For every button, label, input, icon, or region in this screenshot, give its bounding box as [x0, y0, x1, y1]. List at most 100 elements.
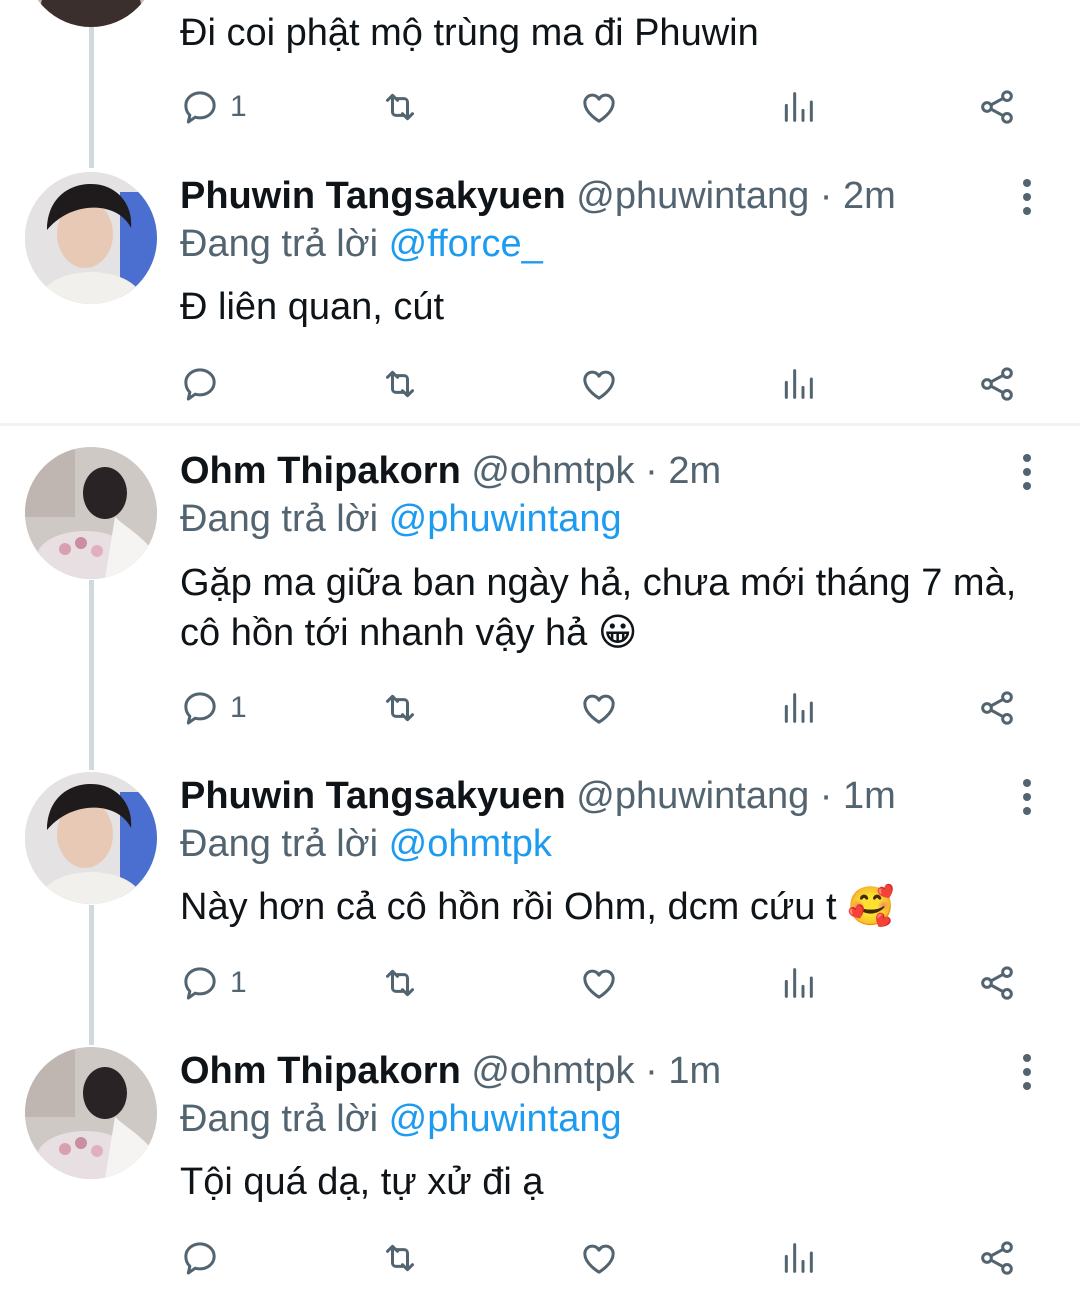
share-button[interactable]: [977, 958, 1017, 1008]
reply-icon: [184, 692, 216, 725]
more-button[interactable]: [1012, 452, 1042, 492]
analytics-button[interactable]: [778, 82, 818, 132]
mention-link[interactable]: @ohmtpk: [389, 823, 552, 865]
analytics-button[interactable]: [778, 359, 818, 409]
mention-link[interactable]: @phuwintang: [389, 498, 622, 540]
more-icon: [1023, 779, 1031, 815]
replying-to: Đang trả lời @phuwintang: [180, 496, 622, 542]
more-button[interactable]: [1012, 1052, 1042, 1092]
share-button[interactable]: [977, 1233, 1017, 1283]
tweet[interactable]: Đi coi phật mộ trùng ma đi Phuwin 1: [0, 0, 1080, 150]
reply-icon: [184, 91, 216, 124]
thread-divider: [0, 423, 1080, 426]
replying-to-label: Đang trả lời: [180, 1098, 379, 1140]
tweet-text: Đi coi phật mộ trùng ma đi Phuwin: [180, 12, 759, 54]
display-name[interactable]: Phuwin Tangsakyuen: [180, 775, 566, 817]
like-icon: [583, 1244, 615, 1274]
avatar[interactable]: [25, 172, 157, 304]
avatar[interactable]: [25, 772, 157, 904]
retweet-icon: [386, 969, 414, 997]
reply-button[interactable]: [180, 359, 230, 409]
share-button[interactable]: [977, 359, 1017, 409]
reply-icon: [184, 368, 216, 401]
display-name[interactable]: Ohm Thipakorn: [180, 1050, 461, 1092]
display-name[interactable]: Ohm Thipakorn: [180, 450, 461, 492]
retweet-icon: [386, 694, 414, 722]
replying-to-label: Đang trả lời: [180, 498, 379, 540]
retweet-icon: [386, 93, 414, 121]
share-icon: [981, 966, 1013, 1000]
like-button[interactable]: [579, 1233, 619, 1283]
separator-dot: ·: [645, 450, 658, 492]
reply-button[interactable]: [180, 1233, 230, 1283]
handle[interactable]: @ohmtpk: [471, 450, 634, 492]
avatar[interactable]: [25, 0, 157, 27]
more-button[interactable]: [1012, 777, 1042, 817]
retweet-button[interactable]: [380, 82, 420, 132]
mention-link[interactable]: @phuwintang: [389, 1098, 622, 1140]
retweet-icon: [386, 370, 414, 398]
like-button[interactable]: [579, 958, 619, 1008]
share-button[interactable]: [977, 683, 1017, 733]
tweet-actions: [0, 1233, 1080, 1283]
handle[interactable]: @phuwintang: [576, 775, 809, 817]
more-button[interactable]: [1012, 177, 1042, 217]
more-icon: [1023, 1054, 1031, 1090]
share-icon: [981, 1241, 1013, 1275]
reply-button[interactable]: 1: [180, 82, 247, 132]
tweet[interactable]: Ohm Thipakorn @ohmtpk · 2m Đang trả lời …: [0, 440, 1080, 740]
tweet-header: Ohm Thipakorn @ohmtpk · 1m: [180, 1048, 721, 1094]
tweet-header: Phuwin Tangsakyuen @phuwintang · 1m: [180, 773, 896, 819]
analytics-icon: [784, 968, 813, 998]
reply-button[interactable]: 1: [180, 683, 247, 733]
analytics-icon: [784, 369, 813, 399]
reply-count: 1: [230, 966, 247, 999]
reply-count: 1: [230, 691, 247, 724]
retweet-button[interactable]: [380, 1233, 420, 1283]
display-name[interactable]: Phuwin Tangsakyuen: [180, 175, 566, 217]
analytics-button[interactable]: [778, 958, 818, 1008]
retweet-button[interactable]: [380, 359, 420, 409]
avatar[interactable]: [25, 447, 157, 579]
timestamp[interactable]: 1m: [843, 775, 896, 817]
separator-dot: ·: [819, 775, 833, 817]
reply-count: 1: [230, 90, 247, 123]
timestamp[interactable]: 2m: [843, 175, 896, 217]
tweet-text: Này hơn cả cô hồn rồi Ohm, dcm cứu t 🥰: [180, 886, 895, 928]
tweet-actions: 1: [0, 958, 1080, 1008]
more-icon: [1023, 179, 1031, 215]
analytics-icon: [784, 1243, 813, 1273]
tweet-header: Phuwin Tangsakyuen @phuwintang · 2m: [180, 173, 896, 219]
tweet-text: Đ liên quan, cút: [180, 286, 445, 328]
like-icon: [583, 969, 615, 999]
like-button[interactable]: [579, 82, 619, 132]
tweet[interactable]: Phuwin Tangsakyuen @phuwintang · 2m Đang…: [0, 165, 1080, 420]
retweet-button[interactable]: [380, 958, 420, 1008]
retweet-icon: [386, 1244, 414, 1272]
handle[interactable]: @ohmtpk: [471, 1050, 634, 1092]
analytics-icon: [784, 92, 813, 122]
timestamp[interactable]: 2m: [668, 450, 721, 492]
mention-link[interactable]: @fforce_: [389, 223, 543, 265]
separator-dot: ·: [819, 175, 833, 217]
handle[interactable]: @phuwintang: [576, 175, 809, 217]
timestamp[interactable]: 1m: [668, 1050, 721, 1092]
share-icon: [981, 367, 1013, 401]
reply-icon: [184, 1242, 216, 1275]
reply-button[interactable]: 1: [180, 958, 247, 1008]
like-button[interactable]: [579, 683, 619, 733]
tweet[interactable]: Phuwin Tangsakyuen @phuwintang · 1m Đang…: [0, 765, 1080, 1025]
replying-to: Đang trả lời @ohmtpk: [180, 821, 552, 867]
replying-to-label: Đang trả lời: [180, 223, 379, 265]
analytics-button[interactable]: [778, 1233, 818, 1283]
retweet-button[interactable]: [380, 683, 420, 733]
like-icon: [583, 93, 615, 123]
like-icon: [583, 694, 615, 724]
analytics-button[interactable]: [778, 683, 818, 733]
like-button[interactable]: [579, 359, 619, 409]
replying-to: Đang trả lời @phuwintang: [180, 1096, 622, 1142]
avatar[interactable]: [25, 1047, 157, 1179]
separator-dot: ·: [645, 1050, 658, 1092]
share-button[interactable]: [977, 82, 1017, 132]
tweet[interactable]: Ohm Thipakorn @ohmtpk · 1m Đang trả lời …: [0, 1040, 1080, 1292]
